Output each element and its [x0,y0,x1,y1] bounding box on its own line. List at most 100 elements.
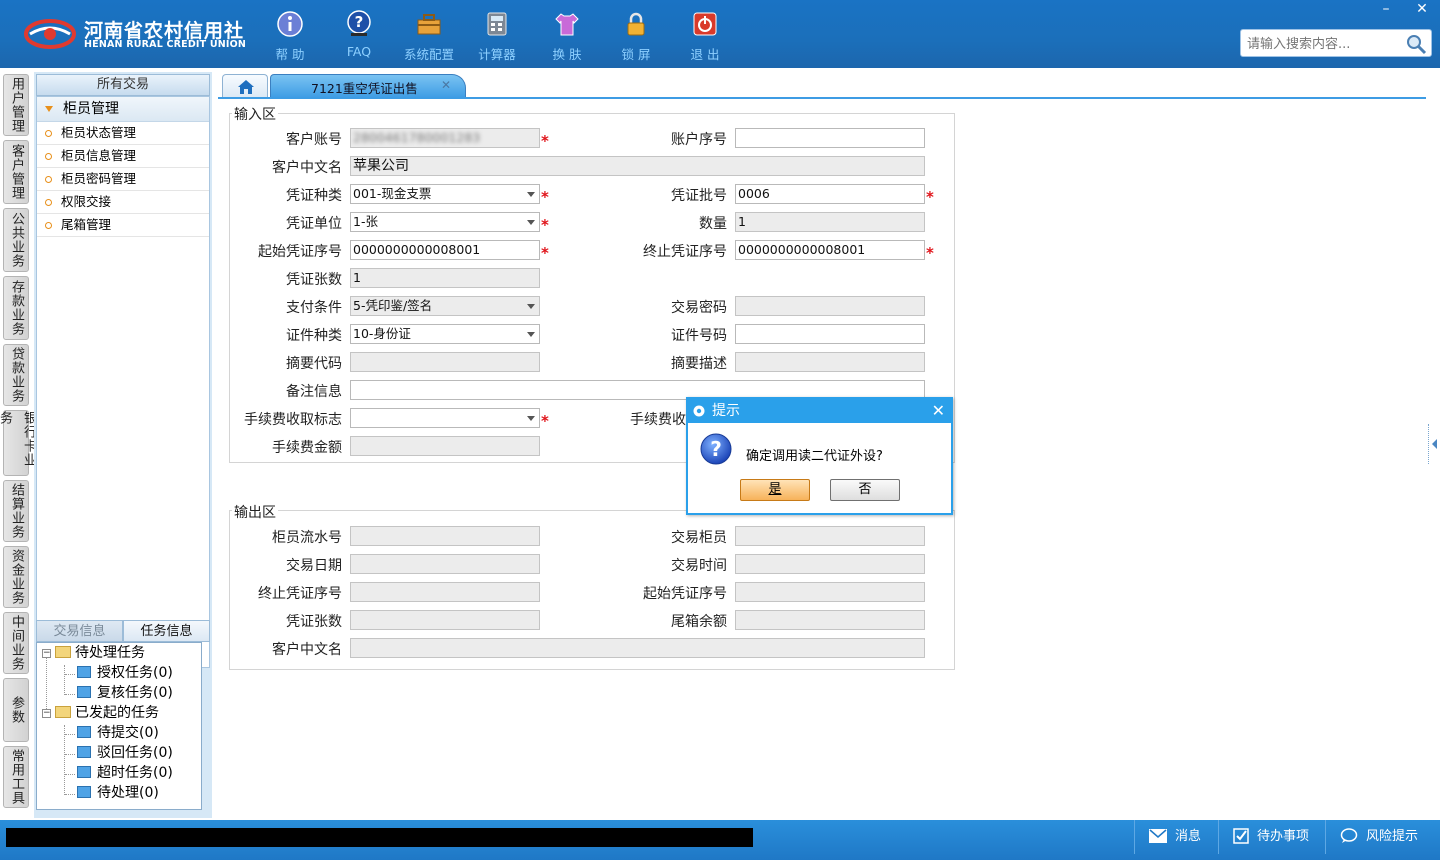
vtab-deposit[interactable]: 存款业务 [3,276,29,340]
label-trade-password: 交易密码 [671,300,727,316]
svg-text:?: ? [710,437,722,461]
voucher-type-select[interactable]: 001-现金支票 [350,184,540,204]
collapse-icon[interactable]: − [42,649,51,658]
summary-code-field[interactable] [350,352,540,372]
label-customer-account: 客户账号 [286,132,342,148]
tree-line [64,665,65,695]
pay-condition-select[interactable]: 5-凭印鉴/签名 [350,296,540,316]
tab-task-info[interactable]: 任务信息 [123,620,210,642]
tree-node-label: 待处理(0) [97,785,159,801]
confirm-dialog: 提示 ✕ ? 确定调用读二代证外设? 是 否 [686,397,953,515]
trade-teller-field[interactable] [735,526,925,546]
quantity-field[interactable]: 1 [735,212,925,232]
menu-item-teller-info[interactable]: 柜员信息管理 [37,145,209,168]
trade-time-field[interactable] [735,554,925,574]
bullet-icon [45,176,52,183]
tree-node-rejected[interactable]: 驳回任务(0) [77,743,173,763]
vtab-parameters[interactable]: 参数 [3,678,29,742]
vtab-bankcard[interactable]: 银行卡业务 [0,410,36,476]
risk-alert-button[interactable]: 风险提示 [1325,820,1440,854]
tree-node-auth-tasks[interactable]: 授权任务(0) [77,663,173,683]
tab-transaction-info[interactable]: 交易信息 [36,620,123,642]
window-controls: – ✕ [1368,0,1440,20]
vtab-settlement[interactable]: 结算业务 [3,480,29,542]
dialog-yes-button[interactable]: 是 [740,479,810,501]
lock-screen-button[interactable]: 锁 屏 [604,8,668,64]
vtab-funds[interactable]: 资金业务 [3,546,29,608]
tree-node-to-submit[interactable]: 待提交(0) [77,723,159,743]
close-tab-icon[interactable]: ✕ [441,78,451,92]
calculator-button[interactable]: 计算器 [465,8,529,64]
collapse-right-panel-handle[interactable] [1428,424,1440,464]
out-voucher-count-field[interactable] [350,610,540,630]
todo-button[interactable]: 待办事项 [1218,820,1325,854]
voucher-unit-select[interactable]: 1-张 [350,212,540,232]
system-config-button[interactable]: 系统配置 [397,8,461,64]
dialog-no-button[interactable]: 否 [830,479,900,501]
out-end-seq-field[interactable] [350,582,540,602]
out-start-seq-field[interactable] [735,582,925,602]
power-icon [693,12,717,36]
fee-amount-field[interactable] [350,436,540,456]
id-number-field[interactable] [735,324,925,344]
vtab-loan[interactable]: 贷款业务 [3,344,29,406]
tree-node-review-tasks[interactable]: 复核任务(0) [77,683,173,703]
label-trade-date: 交易日期 [286,558,342,574]
vtab-common-tools[interactable]: 常用工具 [3,746,29,808]
label-fee-right: 手续费收 [630,412,686,428]
label-start-seq: 起始凭证序号 [258,244,342,260]
home-tab[interactable] [222,74,268,97]
collapse-icon[interactable]: − [42,709,51,718]
required-mark: * [541,132,549,150]
bullet-icon [45,222,52,229]
minimize-button[interactable]: – [1368,0,1404,20]
tree-line [64,725,65,795]
tree-node-initiated[interactable]: 已发起的任务 [55,703,159,723]
help-button[interactable]: 帮 助 [258,8,322,64]
tab-voucher-sale[interactable]: 7121重空凭证出售 ✕ [270,74,466,98]
box-balance-field[interactable] [735,610,925,630]
menu-item-tail-box[interactable]: 尾箱管理 [37,214,209,237]
search-icon[interactable] [1405,33,1427,55]
vtab-intermediary[interactable]: 中间业务 [3,612,29,674]
menu-group-teller-mgmt[interactable]: 柜员管理 [37,97,209,122]
teller-serial-field[interactable] [350,526,540,546]
customer-account-field[interactable]: 2800461780001283 [350,128,540,148]
vtab-user-mgmt[interactable]: 用户管理 [3,74,29,136]
start-seq-field[interactable]: 0000000000008001 [350,240,540,260]
search-input[interactable] [1245,31,1409,57]
menu-item-teller-status[interactable]: 柜员状态管理 [37,122,209,145]
tree-node-to-process[interactable]: 待处理(0) [77,783,159,803]
voucher-count-field[interactable]: 1 [350,268,540,288]
voucher-batch-field[interactable]: 0006 [735,184,925,204]
label-trade-teller: 交易柜员 [671,530,727,546]
messages-button[interactable]: 消息 [1134,820,1231,854]
skin-button[interactable]: 换 肤 [535,8,599,64]
menu-item-teller-password[interactable]: 柜员密码管理 [37,168,209,191]
summary-desc-field[interactable] [735,352,925,372]
dialog-close-button[interactable]: ✕ [932,399,945,423]
all-transactions-header[interactable]: 所有交易 [36,74,210,96]
required-mark: * [541,244,549,262]
folder-icon [55,706,71,718]
trade-date-field[interactable] [350,554,540,574]
bank-logo: 河南省农村信用社 HENAN RURAL CREDIT UNION [24,14,246,54]
tree-node-pending[interactable]: 待处理任务 [55,643,145,663]
customer-name-field[interactable]: 苹果公司 [350,156,925,176]
account-seq-field[interactable] [735,128,925,148]
trade-password-field[interactable] [735,296,925,316]
menu-item-permission-handover[interactable]: 权限交接 [37,191,209,214]
faq-button[interactable]: ? FAQ [327,8,391,64]
label-pay-condition: 支付条件 [286,300,342,316]
id-type-select[interactable]: 10-身份证 [350,324,540,344]
tree-node-timeout[interactable]: 超时任务(0) [77,763,173,783]
out-customer-name-field[interactable] [350,638,925,658]
vtab-customer-mgmt[interactable]: 客户管理 [3,140,29,204]
tree-line [65,674,75,675]
fee-flag-select[interactable] [350,408,540,428]
end-seq-field[interactable]: 0000000000008001 [735,240,925,260]
label-account-seq: 账户序号 [671,132,727,148]
exit-button[interactable]: 退 出 [673,8,737,64]
vtab-public-business[interactable]: 公共业务 [3,208,29,272]
close-window-button[interactable]: ✕ [1404,0,1440,20]
